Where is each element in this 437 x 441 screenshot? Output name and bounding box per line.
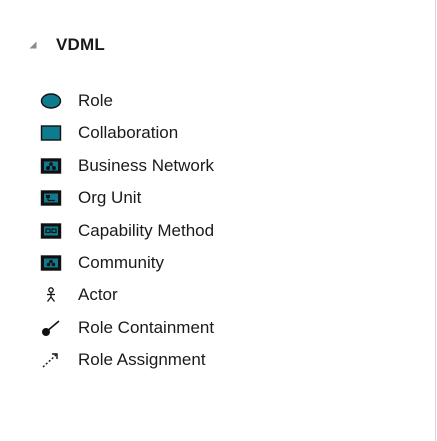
business-network-icon: [40, 156, 62, 176]
item-label: Capability Method: [78, 220, 215, 240]
role-containment-icon: [40, 318, 62, 338]
collapse-triangle-icon[interactable]: [28, 40, 38, 50]
community-icon: [40, 253, 62, 273]
item-label: Role Containment: [78, 317, 215, 337]
group-title: VDML: [56, 35, 105, 54]
capability-method-icon: [40, 221, 62, 241]
toolbox-item-collaboration[interactable]: Collaboration: [40, 118, 214, 148]
toolbox-item-role[interactable]: Role: [40, 86, 214, 116]
item-label: Role Assignment: [78, 350, 206, 370]
item-label: Community: [78, 252, 164, 272]
item-label: Org Unit: [78, 188, 142, 208]
toolbox-item-role-containment[interactable]: Role Containment: [40, 313, 214, 343]
role-assignment-icon: [40, 350, 62, 370]
item-label: Actor: [78, 285, 118, 305]
vdml-group-header[interactable]: VDML: [28, 32, 105, 58]
toolbox-item-community[interactable]: Community: [40, 248, 214, 278]
org-unit-icon: [40, 188, 62, 208]
toolbox-item-role-assignment[interactable]: Role Assignment: [40, 345, 214, 375]
collaboration-rectangle-icon: [40, 123, 62, 143]
toolbox-item-list: Role Collaboration Business Network Org …: [40, 86, 214, 378]
item-label: Business Network: [78, 155, 215, 175]
actor-icon: [40, 285, 62, 305]
item-label: Collaboration: [78, 123, 179, 143]
toolbox-item-actor[interactable]: Actor: [40, 280, 214, 310]
toolbox-panel: VDML Role Collaboration Business Network…: [0, 0, 436, 441]
role-ellipse-icon: [40, 91, 62, 111]
toolbox-item-business-network[interactable]: Business Network: [40, 151, 214, 181]
toolbox-item-capability-method[interactable]: Capability Method: [40, 216, 214, 246]
item-label: Role: [78, 91, 113, 110]
toolbox-item-org-unit[interactable]: Org Unit: [40, 183, 214, 213]
